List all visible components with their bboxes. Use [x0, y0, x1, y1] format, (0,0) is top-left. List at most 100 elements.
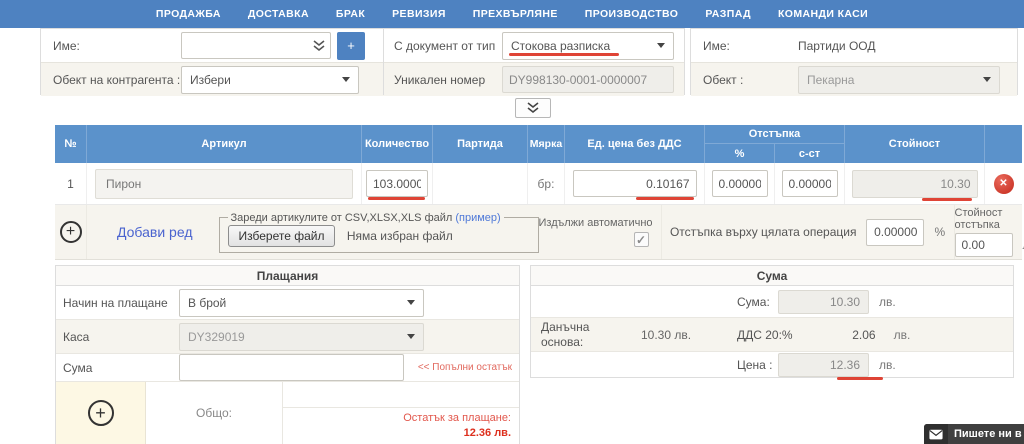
totals-panel: Сума Сума: лв. Данъчна основа: 10.30 лв.…	[530, 265, 1014, 378]
csv-example-link[interactable]: (пример)	[455, 212, 500, 224]
add-row-link[interactable]: Добави ред	[117, 224, 193, 240]
col-header-article: Артикул	[87, 125, 362, 163]
nav-item-breakdown[interactable]: РАЗПАД	[705, 8, 751, 20]
nav-item-transfer[interactable]: ПРЕХВЪРЛЯНЕ	[473, 8, 558, 20]
cash-register-value: DY329019	[188, 330, 245, 344]
col-header-unit: Мярка	[528, 125, 565, 163]
company-object-select[interactable]: Пекарна	[798, 66, 1000, 94]
cash-register-label: Каса	[63, 330, 179, 344]
col-header-quantity: Количество	[362, 125, 433, 163]
operation-discount-unit: %	[934, 225, 945, 239]
choose-file-button[interactable]: Изберете файл	[228, 225, 336, 247]
payment-method-select[interactable]: В брой	[179, 289, 424, 317]
delete-row-button[interactable]	[994, 174, 1014, 194]
nav-item-sale[interactable]: ПРОДАЖБА	[156, 8, 221, 20]
totals-panel-title: Сума	[531, 266, 1013, 286]
contractor-object-select[interactable]: Избери	[181, 66, 359, 94]
payment-amount-input[interactable]	[179, 354, 404, 381]
document-panel: С документ от тип Стокова разписка Уника…	[383, 28, 685, 95]
add-contractor-button[interactable]: +	[337, 32, 365, 60]
document-type-select[interactable]: Стокова разписка	[502, 32, 674, 60]
auto-pay-checkbox[interactable]	[634, 232, 649, 247]
nav-item-revision[interactable]: РЕВИЗИЯ	[392, 8, 446, 20]
contractor-name-label: Име:	[53, 39, 181, 53]
row-discount-pct-cell	[705, 163, 775, 204]
chat-widget[interactable]: Пишете ни в	[924, 424, 1024, 444]
row-actions-cell	[985, 163, 1022, 204]
col-header-discount: Отстъпка	[705, 125, 844, 144]
operation-discount-input[interactable]	[866, 219, 924, 246]
auto-pay-label: Издължи автоматично	[539, 217, 653, 229]
collapse-header-button[interactable]	[515, 98, 551, 118]
article-input[interactable]	[95, 169, 353, 199]
operation-discount-label: Отстъпка върху цялата операция	[670, 225, 856, 239]
company-object-value: Пекарна	[807, 73, 854, 87]
chat-widget-label: Пишете ни в	[954, 428, 1022, 440]
col-header-discount-pct: %	[705, 144, 775, 163]
company-panel: Име: Партиди ООД Обект : Пекарна	[690, 28, 1018, 95]
discount-value-label: Стойност отстъпка	[955, 207, 1024, 231]
tax-base-value: 10.30 лв.	[637, 328, 737, 342]
envelope-icon	[924, 424, 948, 444]
discount-value-input[interactable]	[955, 233, 1013, 257]
tax-base-label: Данъчна основа:	[541, 320, 637, 350]
annotation-underline	[368, 197, 425, 200]
annotation-underline	[837, 377, 883, 380]
add-row-plus-icon[interactable]	[60, 221, 82, 243]
price-input	[778, 353, 869, 377]
contractor-name-input[interactable]	[181, 32, 331, 59]
row-value-cell	[845, 163, 985, 204]
col-header-batch: Партида	[433, 125, 528, 163]
col-header-discount-group: Отстъпка % с-ст	[705, 125, 845, 163]
contractor-object-value: Избери	[190, 73, 231, 87]
fill-remainder-link[interactable]: << Попълни остатък	[418, 362, 512, 373]
row-batch-cell[interactable]	[433, 163, 528, 204]
sum-input	[778, 290, 869, 314]
double-chevron-down-icon[interactable]	[312, 40, 326, 52]
nav-item-delivery[interactable]: ДОСТАВКА	[248, 8, 309, 20]
col-header-num: №	[55, 125, 87, 163]
company-object-label: Обект :	[703, 73, 798, 87]
document-type-label: С документ от тип	[394, 39, 502, 53]
caret-down-icon	[657, 43, 665, 48]
caret-down-icon	[983, 77, 991, 82]
vat-label: ДДС 20:%	[737, 328, 793, 342]
contractor-panel: Име: + Обект на контрагента : Избери	[40, 28, 388, 95]
vat-value: 2.06	[793, 328, 884, 342]
annotation-underline	[509, 53, 619, 56]
vat-currency: лв.	[894, 328, 911, 342]
table-row: 1 бр:	[55, 163, 1022, 205]
row-num: 1	[55, 163, 87, 204]
contractor-object-label: Обект на контрагента :	[53, 73, 181, 87]
cash-register-select[interactable]: DY329019	[179, 323, 424, 351]
row-discount-amt-cell	[775, 163, 845, 204]
discount-amt-input[interactable]	[782, 170, 838, 197]
row-article-cell	[87, 163, 362, 204]
unit-price-input[interactable]	[573, 170, 697, 197]
add-payment-plus-icon[interactable]	[88, 400, 114, 426]
payments-panel: Плащания Начин на плащане В брой Каса DY…	[55, 265, 520, 444]
sum-currency: лв.	[879, 295, 896, 309]
csv-import-legend: Зареди артикулите от CSV,XLSX,XLS файл (…	[228, 212, 504, 224]
add-row-band: Добави ред Зареди артикулите от CSV,XLSX…	[55, 205, 1022, 260]
row-value-input	[852, 170, 978, 198]
csv-import-fieldset: Зареди артикулите от CSV,XLSX,XLS файл (…	[219, 212, 539, 253]
payment-method-label: Начин на плащане	[63, 296, 179, 310]
price-currency: лв.	[879, 358, 896, 372]
discount-pct-input[interactable]	[712, 170, 768, 197]
top-nav: ПРОДАЖБА ДОСТАВКА БРАК РЕВИЗИЯ ПРЕХВЪРЛЯ…	[0, 0, 1024, 28]
quantity-input[interactable]	[366, 170, 428, 197]
remainder-label: Остатък за плащане:	[403, 412, 511, 424]
col-header-value: Стойност	[845, 125, 985, 163]
double-chevron-down-icon	[526, 102, 540, 114]
payment-method-value: В брой	[188, 296, 226, 310]
remainder-spacer	[283, 382, 519, 408]
auto-pay-block: Издължи автоматично	[539, 217, 653, 247]
nav-item-cash-commands[interactable]: КОМАНДИ КАСИ	[778, 8, 868, 20]
nav-item-scrap[interactable]: БРАК	[336, 8, 365, 20]
document-type-value: Стокова разписка	[511, 39, 610, 53]
price-label: Цена :	[737, 358, 778, 372]
nav-item-production[interactable]: ПРОИЗВОДСТВО	[585, 8, 679, 20]
caret-down-icon	[407, 300, 415, 305]
annotation-underline	[636, 197, 694, 200]
